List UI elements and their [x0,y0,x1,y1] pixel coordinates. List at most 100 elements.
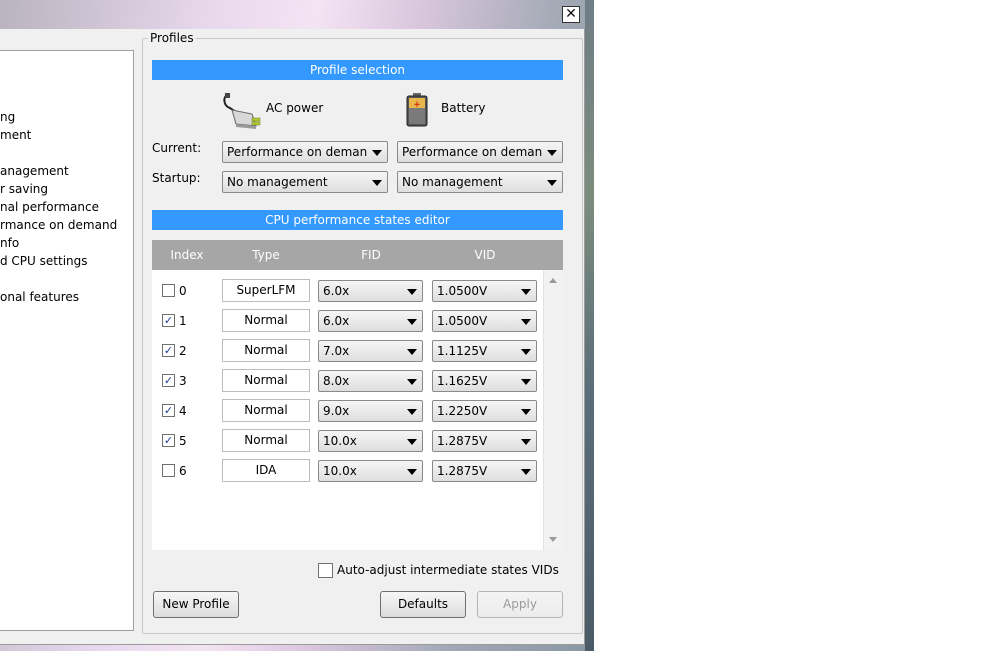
row-index: 2 [179,344,187,358]
row-vid-select[interactable]: 1.1125V [432,340,537,362]
window-edge [585,0,594,651]
chevron-down-icon [521,349,531,355]
row-enable-checkbox[interactable] [162,464,175,477]
chevron-down-icon [407,469,417,475]
row-type-field[interactable]: Normal [222,429,310,452]
fid-value: 10.0x [323,434,357,448]
fid-value: 10.0x [323,464,357,478]
row-fid-select[interactable]: 8.0x [318,370,423,392]
pstates-editor-banner: CPU performance states editor [152,210,563,230]
row-fid-select[interactable]: 9.0x [318,400,423,422]
row-vid-select[interactable]: 1.2875V [432,430,537,452]
ac-power-label: AC power [266,101,324,115]
chevron-down-icon [521,379,531,385]
chevron-down-icon [407,289,417,295]
row-vid-select[interactable]: 1.0500V [432,310,537,332]
battery-label: Battery [441,101,486,115]
chevron-down-icon [521,409,531,415]
row-fid-select[interactable]: 6.0x [318,310,423,332]
row-vid-select[interactable]: 1.2875V [432,460,537,482]
row-type-field[interactable]: IDA [222,459,310,482]
svg-text:+: + [413,100,421,110]
row-vid-select[interactable]: 1.0500V [432,280,537,302]
chevron-down-icon [547,180,557,186]
battery-icon: + [406,93,428,127]
ac-startup-value: No management [227,175,328,189]
chevron-down-icon [547,150,557,156]
column-header-vid: VID [474,248,496,262]
column-header-type: Type [252,248,280,262]
row-type-field[interactable]: SuperLFM [222,279,310,302]
battery-current-value: Performance on demand [402,145,542,159]
row-enable-checkbox[interactable]: ✓ [162,344,175,357]
defaults-button[interactable]: Defaults [380,591,466,618]
row-enable-checkbox[interactable]: ✓ [162,374,175,387]
window-frame: ✕ ng ment anagement r saving nal perform… [0,0,594,651]
ac-startup-profile-select[interactable]: No management [222,171,388,193]
close-button[interactable]: ✕ [562,6,580,23]
tree-item[interactable]: rmance on demand [0,217,117,233]
ac-current-value: Performance on demand [227,145,367,159]
ac-current-profile-select[interactable]: Performance on demand [222,141,388,163]
tree-item[interactable]: onal features [0,289,79,305]
row-fid-select[interactable]: 10.0x [318,430,423,452]
pstates-table-header: Index Type FID VID [152,240,563,270]
tree-item[interactable]: anagement [0,163,69,179]
tree-item[interactable]: r saving [0,181,48,197]
row-type-field[interactable]: Normal [222,309,310,332]
scroll-down-icon[interactable] [549,537,557,542]
row-fid-select[interactable]: 6.0x [318,280,423,302]
row-fid-select[interactable]: 7.0x [318,340,423,362]
vid-value: 1.1125V [437,344,488,358]
chevron-down-icon [407,409,417,415]
tree-item[interactable]: ng [0,109,15,125]
profile-selection-banner: Profile selection [152,60,563,80]
row-fid-select[interactable]: 10.0x [318,460,423,482]
chevron-down-icon [372,150,382,156]
vid-value: 1.2875V [437,434,488,448]
chevron-down-icon [407,379,417,385]
row-type-field[interactable]: Normal [222,399,310,422]
chevron-down-icon [521,289,531,295]
row-index: 3 [179,374,187,388]
navigation-tree[interactable]: ng ment anagement r saving nal performan… [0,50,134,631]
table-scrollbar[interactable] [543,270,563,550]
tree-item[interactable]: ment [0,127,31,143]
chevron-down-icon [521,439,531,445]
current-label: Current: [152,141,202,155]
vid-value: 1.0500V [437,284,488,298]
tree-item[interactable]: d CPU settings [0,253,88,269]
row-index: 5 [179,434,187,448]
fid-value: 6.0x [323,314,350,328]
battery-current-profile-select[interactable]: Performance on demand [397,141,563,163]
scroll-up-icon[interactable] [549,278,557,283]
fid-value: 9.0x [323,404,350,418]
new-profile-button[interactable]: New Profile [153,591,239,618]
row-enable-checkbox[interactable]: ✓ [162,314,175,327]
row-enable-checkbox[interactable]: ✓ [162,434,175,447]
auto-adjust-checkbox[interactable] [318,563,333,578]
column-header-index: Index [170,248,204,262]
vid-value: 1.0500V [437,314,488,328]
chevron-down-icon [407,439,417,445]
row-vid-select[interactable]: 1.1625V [432,370,537,392]
fid-value: 7.0x [323,344,350,358]
chevron-down-icon [407,319,417,325]
row-type-field[interactable]: Normal [222,369,310,392]
row-index: 1 [179,314,187,328]
tree-item[interactable]: nfo [0,235,19,251]
row-enable-checkbox[interactable] [162,284,175,297]
row-type-field[interactable]: Normal [222,339,310,362]
fid-value: 8.0x [323,374,350,388]
vid-value: 1.1625V [437,374,488,388]
battery-startup-value: No management [402,175,503,189]
apply-button[interactable]: Apply [477,591,563,618]
row-index: 6 [179,464,187,478]
battery-startup-profile-select[interactable]: No management [397,171,563,193]
auto-adjust-label: Auto-adjust intermediate states VIDs [337,563,559,577]
vid-value: 1.2875V [437,464,488,478]
column-header-fid: FID [361,248,381,262]
tree-item[interactable]: nal performance [0,199,99,215]
row-enable-checkbox[interactable]: ✓ [162,404,175,417]
row-vid-select[interactable]: 1.2250V [432,400,537,422]
